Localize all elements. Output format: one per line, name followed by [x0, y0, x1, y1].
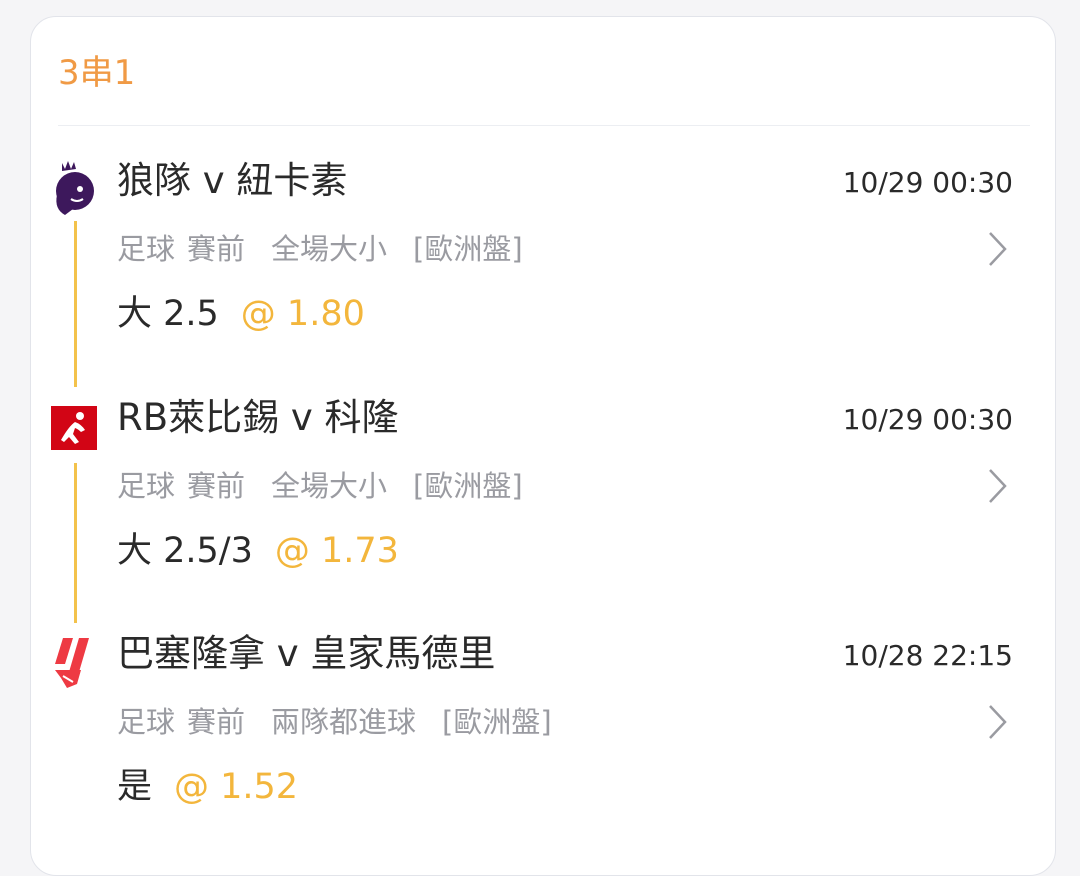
chevron-right-icon[interactable]	[985, 229, 1011, 269]
stage-label: 賽前	[187, 232, 246, 266]
odds-value: @ 1.80	[240, 294, 365, 334]
bet-leg[interactable]: RB萊比錫 v 科隆 10/29 00:30 足球 賽前 全場大小 [歐洲盤] 大 2…	[31, 394, 1055, 594]
chevron-right-icon[interactable]	[985, 466, 1011, 506]
match-title: 巴塞隆拿 v 皇家馬德里	[117, 632, 496, 675]
odds-value: @ 1.73	[274, 531, 399, 571]
selection-row: 大 2.5 @ 1.80	[117, 291, 365, 337]
odds-type-label: [歐洲盤]	[413, 469, 523, 503]
selection-label: 大 2.5	[117, 294, 219, 334]
bet-meta: 足球 賽前 兩隊都進球 [歐洲盤]	[117, 702, 578, 742]
sport-label: 足球	[117, 469, 176, 503]
bet-meta: 足球 賽前 全場大小 [歐洲盤]	[117, 229, 549, 269]
chevron-right-icon[interactable]	[985, 702, 1011, 742]
bet-meta: 足球 賽前 全場大小 [歐洲盤]	[117, 466, 549, 506]
selection-row: 大 2.5/3 @ 1.73	[117, 528, 399, 574]
bundesliga-icon	[51, 406, 97, 450]
divider	[58, 125, 1030, 126]
bet-leg[interactable]: 巴塞隆拿 v 皇家馬德里 10/28 22:15 足球 賽前 兩隊都進球 [歐洲盤] …	[31, 630, 1055, 830]
premier-league-lion-icon	[56, 161, 94, 215]
match-title: 狼隊 v 紐卡素	[117, 159, 348, 202]
odds-type-label: [歐洲盤]	[413, 232, 523, 266]
match-time: 10/28 22:15	[842, 639, 1013, 672]
laliga-icon	[55, 638, 89, 688]
parlay-card: 3串1 狼隊 v 紐卡素 10/29 00:30 足球 賽前 全場大小 [歐洲盤] 大…	[30, 16, 1056, 876]
match-title: RB萊比錫 v 科隆	[117, 396, 399, 439]
parlay-title: 3串1	[58, 53, 136, 93]
bet-leg[interactable]: 狼隊 v 紐卡素 10/29 00:30 足球 賽前 全場大小 [歐洲盤] 大 2.5…	[31, 157, 1055, 357]
match-time: 10/29 00:30	[842, 403, 1013, 436]
market-label: 全場大小	[271, 232, 388, 266]
sport-label: 足球	[117, 232, 176, 266]
selection-label: 是	[117, 767, 153, 807]
market-label: 兩隊都進球	[271, 705, 417, 739]
odds-type-label: [歐洲盤]	[442, 705, 552, 739]
odds-value: @ 1.52	[174, 767, 299, 807]
stage-label: 賽前	[187, 705, 246, 739]
selection-label: 大 2.5/3	[117, 531, 253, 571]
selection-row: 是 @ 1.52	[117, 764, 298, 810]
stage-label: 賽前	[187, 469, 246, 503]
market-label: 全場大小	[271, 469, 388, 503]
match-time: 10/29 00:30	[842, 166, 1013, 199]
sport-label: 足球	[117, 705, 176, 739]
